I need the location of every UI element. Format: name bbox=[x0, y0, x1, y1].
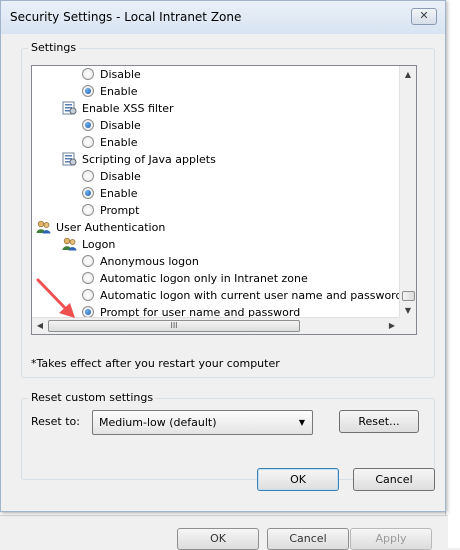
horizontal-scrollbar[interactable]: ◀ III ▶ bbox=[32, 317, 400, 334]
background-dialog-edge bbox=[445, 0, 460, 548]
list-item[interactable]: Disable bbox=[82, 168, 141, 185]
cancel-button[interactable]: Cancel bbox=[353, 468, 435, 491]
reset-button[interactable]: Reset... bbox=[339, 410, 419, 433]
vertical-scrollbar[interactable]: ▲ ▼ bbox=[399, 66, 416, 319]
radio-label: Anonymous logon bbox=[100, 255, 199, 268]
ok-button[interactable]: OK bbox=[257, 468, 339, 491]
reset-to-label: Reset to: bbox=[31, 415, 80, 428]
vertical-scroll-thumb[interactable] bbox=[402, 291, 415, 301]
radio-button-selected[interactable] bbox=[82, 119, 94, 131]
window-title: Security Settings - Local Intranet Zone bbox=[10, 10, 242, 24]
settings-page-icon bbox=[62, 152, 77, 166]
list-item[interactable]: Disable bbox=[82, 117, 141, 134]
list-item[interactable]: Enable bbox=[82, 185, 137, 202]
background-cancel-button[interactable]: Cancel bbox=[267, 528, 349, 550]
scroll-right-arrow-icon[interactable]: ▶ bbox=[384, 318, 400, 334]
settings-page-icon bbox=[62, 101, 77, 115]
close-icon: ✕ bbox=[419, 9, 429, 22]
setting-header: Enable XSS filter bbox=[62, 100, 174, 117]
close-button[interactable]: ✕ bbox=[411, 8, 437, 25]
radio-button[interactable] bbox=[82, 272, 94, 284]
setting-header: Scripting of Java applets bbox=[62, 151, 216, 168]
scrollbar-corner bbox=[399, 317, 416, 334]
category-label: User Authentication bbox=[56, 221, 166, 234]
list-item[interactable]: Automatic logon with current user name a… bbox=[82, 287, 402, 304]
users-icon bbox=[36, 220, 51, 234]
radio-label: Disable bbox=[100, 68, 141, 81]
list-item[interactable]: Prompt bbox=[82, 202, 139, 219]
radio-button[interactable] bbox=[82, 170, 94, 182]
radio-label: Automatic logon only in Intranet zone bbox=[100, 272, 308, 285]
radio-button[interactable] bbox=[82, 289, 94, 301]
background-apply-button: Apply bbox=[350, 528, 432, 550]
security-settings-dialog: Security Settings - Local Intranet Zone … bbox=[0, 0, 446, 512]
radio-button[interactable] bbox=[82, 68, 94, 80]
list-item[interactable]: Enable bbox=[82, 83, 137, 100]
settings-tree-list[interactable]: Disable Enable Enable XSS filter Disable… bbox=[31, 65, 417, 335]
radio-label: Enable bbox=[100, 187, 138, 200]
settings-group-label: Settings bbox=[28, 41, 80, 54]
radio-button[interactable] bbox=[82, 136, 94, 148]
horizontal-scroll-thumb[interactable]: III bbox=[48, 320, 300, 332]
red-arrow-icon bbox=[36, 278, 75, 318]
setting-header-label: Enable XSS filter bbox=[82, 102, 174, 115]
subcategory-header: Logon bbox=[62, 236, 115, 253]
radio-label: Disable bbox=[100, 170, 141, 183]
radio-label: Enable bbox=[100, 136, 138, 149]
list-item[interactable]: Disable bbox=[82, 66, 141, 83]
reset-group-label: Reset custom settings bbox=[28, 391, 157, 404]
scroll-up-arrow-icon[interactable]: ▲ bbox=[400, 66, 416, 83]
background-ok-button[interactable]: OK bbox=[177, 528, 259, 550]
title-bar: Security Settings - Local Intranet Zone … bbox=[1, 1, 445, 34]
list-item[interactable]: Enable bbox=[82, 134, 137, 151]
radio-button[interactable] bbox=[82, 255, 94, 267]
restart-note: *Takes effect after you restart your com… bbox=[31, 357, 280, 370]
radio-button[interactable] bbox=[82, 204, 94, 216]
radio-label: Enable bbox=[100, 85, 138, 98]
radio-button-selected[interactable] bbox=[82, 187, 94, 199]
radio-label: Automatic logon with current user name a… bbox=[100, 289, 403, 302]
setting-header-label: Scripting of Java applets bbox=[82, 153, 216, 166]
list-item[interactable]: Automatic logon only in Intranet zone bbox=[82, 270, 308, 287]
radio-label: Prompt bbox=[100, 204, 140, 217]
subcategory-label: Logon bbox=[82, 238, 116, 251]
chevron-down-icon: ▼ bbox=[298, 418, 305, 427]
radio-button-selected[interactable] bbox=[82, 85, 94, 97]
list-item[interactable]: Anonymous logon bbox=[82, 253, 199, 270]
users-icon bbox=[62, 237, 77, 251]
dropdown-selected-value: Medium-low (default) bbox=[99, 416, 217, 429]
category-header: User Authentication bbox=[36, 219, 165, 236]
reset-level-dropdown[interactable]: Medium-low (default) ▼ bbox=[92, 410, 313, 435]
radio-label: Disable bbox=[100, 119, 141, 132]
